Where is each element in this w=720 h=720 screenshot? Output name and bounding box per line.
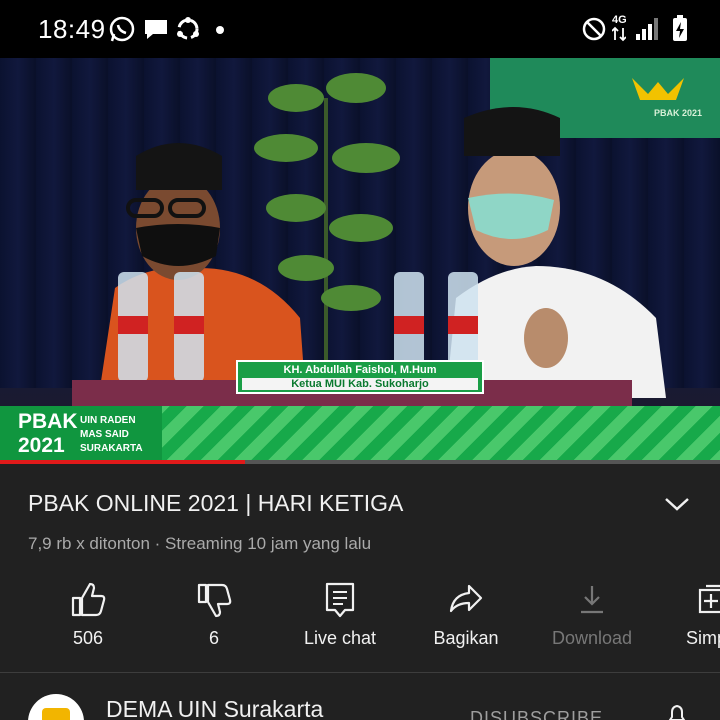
institution-line-3: SURAKARTA: [80, 443, 143, 454]
dislike-count: 6: [208, 628, 219, 648]
event-lower-third: PBAK 2021 UIN RADEN MAS SAID SURAKARTA: [0, 406, 720, 460]
video-title[interactable]: PBAK ONLINE 2021 | HARI KETIGA: [28, 490, 403, 517]
status-bar: 18:49 4G: [0, 0, 720, 58]
live-chat-button[interactable]: Live chat: [280, 578, 400, 656]
do-not-disturb-icon: [582, 17, 606, 41]
water-bottles-left: [118, 272, 204, 382]
battery-charging-icon: [673, 15, 687, 41]
video-progress-fill: [0, 460, 245, 464]
channel-logo: [42, 708, 70, 720]
action-bar: 506 6 Live chat Bagikan Download Simp: [0, 578, 720, 656]
institution-line-1: UIN RADEN: [80, 415, 136, 426]
download-label: Download: [551, 628, 633, 648]
network-type-label: 4G: [612, 14, 627, 26]
event-name: PBAK: [18, 410, 78, 433]
chevron-down-icon[interactable]: [664, 494, 690, 514]
speaker-name: KH. Abdullah Faishol, M.Hum: [283, 364, 437, 376]
chat-icon: [145, 20, 167, 39]
channel-avatar[interactable]: [28, 694, 84, 720]
save-button[interactable]: Simp: [658, 578, 720, 656]
speaker-name-tag: KH. Abdullah Faishol, M.Hum Ketua MUI Ka…: [236, 360, 484, 394]
video-player[interactable]: PBAK 2021 KH. Abdullah Faishol, M.Hum Ke…: [0, 58, 720, 464]
event-year: 2021: [18, 434, 65, 457]
institution-line-2: MAS SAID: [80, 429, 129, 440]
speaker-title: Ketua MUI Kab. Sukoharjo: [242, 378, 478, 390]
share-icon: [449, 584, 483, 613]
save-icon: [698, 584, 720, 614]
download-button[interactable]: Download: [532, 578, 652, 656]
like-button[interactable]: 506: [28, 578, 148, 656]
share-button[interactable]: Bagikan: [406, 578, 526, 656]
signal-icon: [636, 18, 658, 40]
video-meta: 7,9 rb x ditonton · Streaming 10 jam yan…: [28, 534, 372, 553]
event-label-box: PBAK 2021 UIN RADEN MAS SAID SURAKARTA: [0, 406, 162, 460]
data-arrows-icon: [612, 26, 626, 42]
save-label: Simp: [686, 628, 720, 648]
thumbs-up-icon: [71, 582, 106, 617]
video-progress-bar[interactable]: [0, 460, 720, 464]
status-time: 18:49: [38, 14, 106, 44]
sync-icon: [177, 17, 199, 40]
download-icon: [581, 586, 603, 614]
like-count: 506: [72, 628, 104, 648]
subscribed-button[interactable]: DISUBSCRIBE: [470, 708, 603, 720]
live-chat-icon: [325, 582, 355, 618]
whatsapp-icon: [109, 16, 135, 42]
bell-icon[interactable]: [666, 704, 688, 720]
share-label: Bagikan: [433, 628, 499, 648]
section-divider: [0, 672, 720, 673]
notification-dot-icon: [216, 26, 224, 34]
live-chat-label: Live chat: [303, 628, 377, 648]
channel-name[interactable]: DEMA UIN Surakarta: [106, 696, 323, 720]
thumbs-down-icon: [197, 583, 232, 618]
dislike-button[interactable]: 6: [154, 578, 274, 656]
